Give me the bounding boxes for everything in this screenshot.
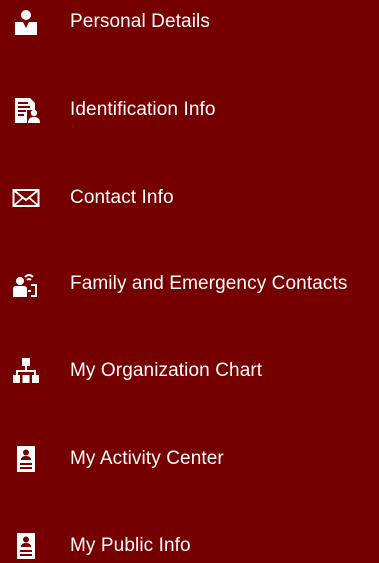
menu-item-label: My Organization Chart [70, 360, 263, 381]
menu-item-my-activity-center[interactable]: My Activity Center [0, 429, 379, 489]
menu-item-label: Contact Info [70, 187, 174, 208]
family-contacts-icon [12, 270, 40, 298]
menu-item-label: Identification Info [70, 99, 216, 120]
menu-item-label: Personal Details [70, 11, 210, 32]
menu-item-identification-info[interactable]: Identification Info [0, 80, 379, 140]
menu-item-label: My Activity Center [70, 448, 224, 469]
menu-item-label: My Public Info [70, 535, 191, 556]
org-chart-icon [12, 357, 40, 385]
menu-item-my-public-info[interactable]: My Public Info [0, 516, 379, 563]
person-icon [12, 8, 40, 36]
badge-icon [12, 445, 40, 473]
menu-item-family-emergency-contacts[interactable]: Family and Emergency Contacts [0, 254, 379, 314]
menu-item-personal-details[interactable]: Personal Details [0, 0, 379, 52]
envelope-icon [12, 184, 40, 212]
menu-item-my-organization-chart[interactable]: My Organization Chart [0, 341, 379, 401]
badge-icon [12, 532, 40, 560]
menu-item-label: Family and Emergency Contacts [70, 273, 348, 294]
menu-item-contact-info[interactable]: Contact Info [0, 168, 379, 228]
navigation-menu: Personal Details Identification Info Con [0, 0, 379, 563]
id-document-icon [12, 96, 40, 124]
